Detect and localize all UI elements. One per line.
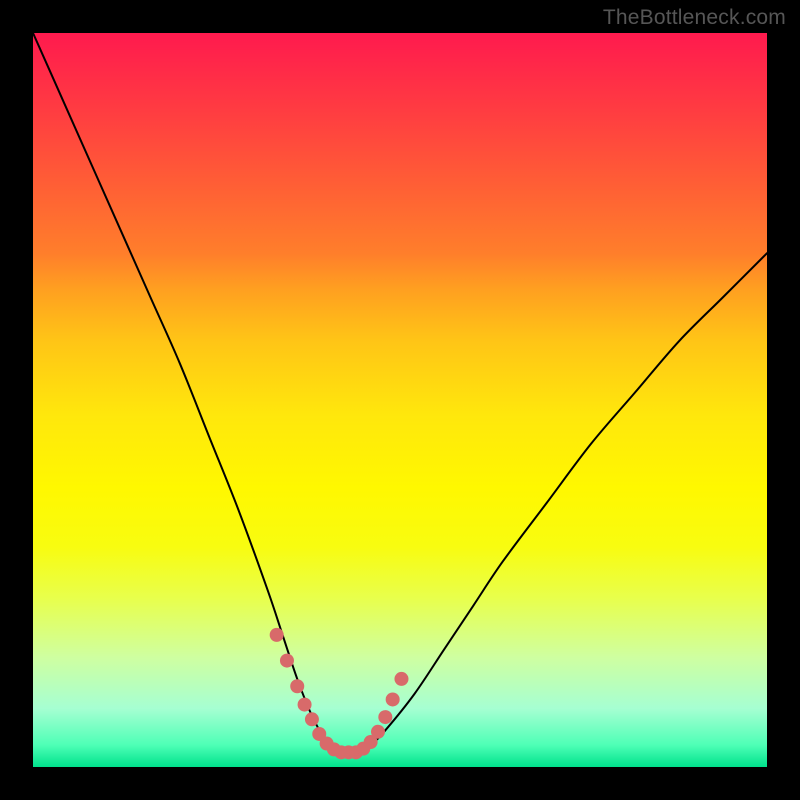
chart-plot-area xyxy=(33,33,767,767)
bottleneck-curve xyxy=(33,33,767,753)
trough-dot xyxy=(394,672,408,686)
trough-dot xyxy=(290,679,304,693)
watermark-text: TheBottleneck.com xyxy=(603,6,786,30)
chart-outer-frame: TheBottleneck.com xyxy=(0,0,800,800)
trough-dot xyxy=(298,698,312,712)
trough-dot xyxy=(305,712,319,726)
trough-highlight xyxy=(270,628,409,759)
trough-dot xyxy=(386,692,400,706)
trough-dot xyxy=(270,628,284,642)
trough-dot xyxy=(378,710,392,724)
trough-dot xyxy=(280,654,294,668)
chart-svg xyxy=(33,33,767,767)
trough-dot xyxy=(371,725,385,739)
